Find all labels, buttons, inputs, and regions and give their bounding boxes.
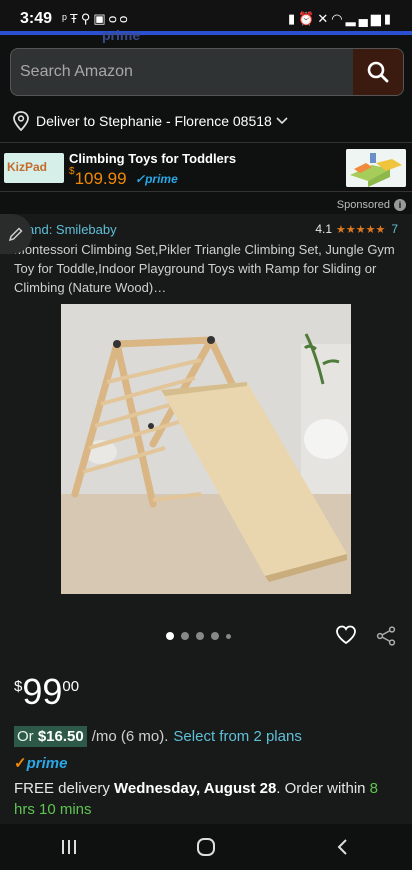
monthly-prefix: Or [17,728,34,745]
back-button[interactable] [313,824,373,870]
chevron-down-icon [276,117,288,125]
signal-icon: ▂▄▆ [345,11,384,26]
carousel-dot[interactable] [196,632,204,640]
ad-prime-badge: ✓prime [135,172,178,186]
star-rating-icon: ★★★★★ [336,223,386,236]
location-pin-icon [13,111,29,131]
select-plans-link[interactable]: Select from 2 plans [173,728,301,745]
carousel-dot[interactable] [211,632,219,640]
signal-icon: ᵖ [62,11,70,26]
alarm-icon: ⏰ [298,11,318,26]
monthly-amount: $16.50 [37,728,84,745]
prime-text: prime [26,755,68,772]
mute-icon: ✕ [317,11,332,26]
rating-value: 4.1 [315,222,332,236]
ad-title: Climbing Toys for Toddlers [69,151,237,166]
ad-price: $109.99 [69,166,127,189]
notification-icons: ᵖŦ⚲▣ᴑᴑ [62,11,131,27]
home-icon [196,838,215,856]
android-nav-bar [0,824,412,870]
home-button[interactable] [176,824,236,870]
product-title[interactable]: Montessori Climbing Set,Pikler Triangle … [14,240,398,297]
price-symbol: $ [14,678,23,695]
delivery-date: Wednesday, August 28 [114,780,277,797]
checkmark-icon: ✓ [14,755,27,772]
walk-icon: ⚲ [80,11,94,26]
battery-icon: ▮ [383,11,394,26]
back-icon [337,839,348,855]
sponsored-ad-banner[interactable]: KizPad Climbing Toys for Toddlers $109.9… [0,142,412,192]
share-icon[interactable] [376,626,396,646]
carousel-dot[interactable] [181,632,189,640]
rating-summary[interactable]: 4.1 ★★★★★ 7 [315,222,398,236]
price: $ 99 00 [14,672,79,712]
rating-count: 7 [391,222,398,236]
recent-apps-icon [61,840,76,854]
status-time: 3:49 [20,10,53,27]
deliver-to-location[interactable]: Deliver to Stephanie - Florence 08518 [12,108,288,134]
checkmark-icon: ✓ [135,172,146,186]
ad-prime-text: prime [145,172,178,186]
delivery-info: FREE delivery Wednesday, August 28. Orde… [14,778,394,820]
ad-price-value: 109.99 [74,169,127,188]
heart-icon[interactable] [335,625,357,645]
ad-brand-logo: KizPad [4,153,64,183]
search-icon [367,61,389,83]
image-carousel-dots[interactable] [166,631,246,641]
voicemail-icon: ᴑᴑ [108,11,131,26]
search-input[interactable] [11,49,353,95]
ad-product-thumbnail [346,149,406,187]
monthly-payment-badge: Or $16.50 [14,726,87,747]
prime-logo-ghost: prime [102,27,141,43]
wifi-icon: ◠ [331,11,346,26]
monthly-term: /mo (6 mo). [91,728,169,745]
sponsored-text: Sponsored [336,199,390,211]
delivery-order: . Order within [276,780,366,797]
product-image[interactable] [61,304,351,594]
info-icon: i [394,199,406,211]
recent-apps-button[interactable] [39,824,99,870]
search-button[interactable] [353,49,403,95]
price-fraction: 00 [62,678,80,695]
ad-price-symbol: $ [69,166,75,178]
deliver-to-text: Deliver to Stephanie - Florence 08518 [36,113,272,129]
status-bar: 3:49 ᵖŦ⚲▣ᴑᴑ ▮⏰✕◠▂▄▆▮ prime [0,0,412,43]
prime-badge: ✓prime [14,754,67,772]
carousel-dot[interactable] [166,632,174,640]
monthly-payment: Or $16.50 /mo (6 mo). Select from 2 plan… [14,726,302,747]
price-whole: 99 [22,671,63,712]
product-panel: Brand: Smilebaby 4.1 ★★★★★ 7 Montessori … [0,214,412,824]
battery-saver-icon: ▮ [288,11,299,26]
page-load-bar [0,31,412,35]
pencil-icon [8,227,23,242]
system-icons: ▮⏰✕◠▂▄▆▮ [288,11,394,27]
wifi-icon: Ŧ [69,11,81,26]
delivery-prefix: FREE delivery [14,780,110,797]
ad-logo-text: KizPad [7,160,48,174]
carousel-dot[interactable] [226,633,231,639]
image-icon: ▣ [93,11,109,26]
sponsored-label[interactable]: Sponsored i [337,199,406,211]
search-bar [10,48,404,96]
